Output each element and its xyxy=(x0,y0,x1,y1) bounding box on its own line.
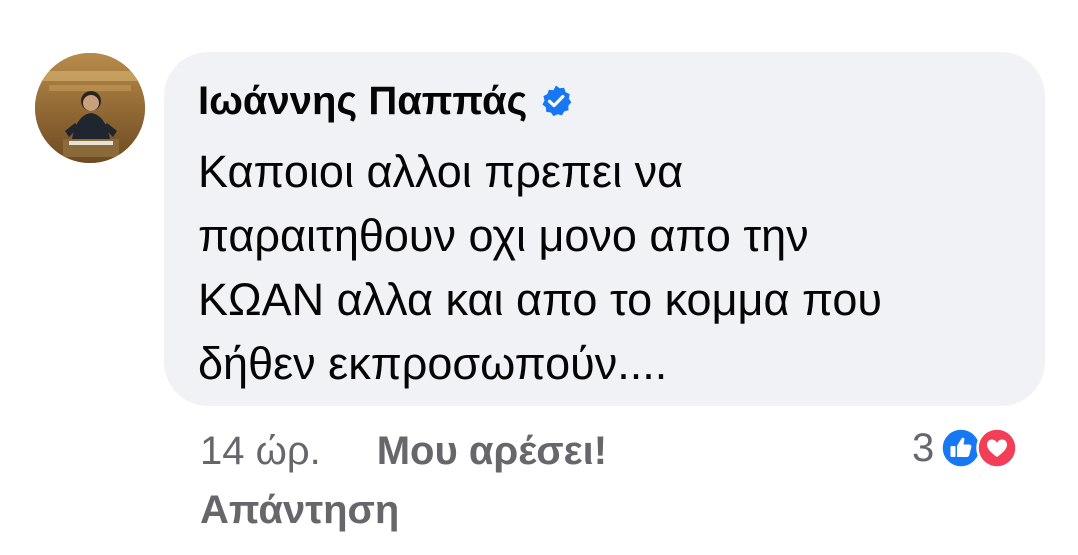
comment-body-text: Καποιοι αλλοι πρεπει να παραιτηθουν οχι … xyxy=(198,146,883,389)
like-button[interactable]: Μου αρέσει! xyxy=(377,429,607,474)
comment-author-row: Ιωάννης Παππάς xyxy=(198,76,573,126)
love-icon xyxy=(976,427,1018,469)
author-avatar[interactable] xyxy=(35,53,145,163)
comment-timestamp[interactable]: 14 ώρ. xyxy=(200,429,321,474)
avatar-photo-icon xyxy=(35,53,145,163)
reaction-count: 3 xyxy=(912,425,935,470)
comment-meta-row: 14 ώρ. Μου αρέσει! xyxy=(200,425,607,477)
reply-button[interactable]: Απάντηση xyxy=(200,488,399,533)
verified-badge-icon xyxy=(539,84,573,118)
author-name-link[interactable]: Ιωάννης Παππάς xyxy=(198,79,527,124)
reactions-summary[interactable]: 3 xyxy=(912,422,1018,474)
